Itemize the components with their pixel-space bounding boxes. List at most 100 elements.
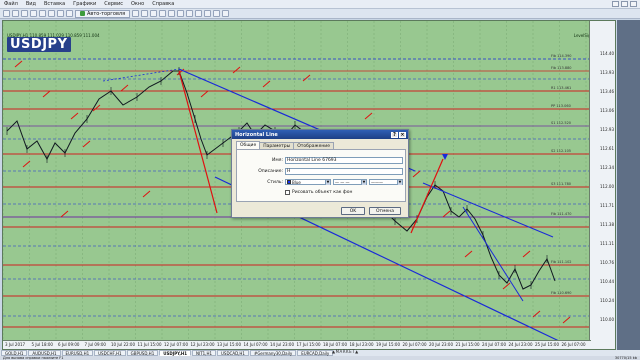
time-tick-label: 26 Jul 07:00 <box>561 342 586 347</box>
color-swatch <box>287 180 291 184</box>
level-label: S2 112.105 <box>551 149 571 153</box>
chevron-down-icon: ▼ <box>397 179 402 185</box>
price-tick-label: 111.71 <box>600 203 614 208</box>
indicators-icon[interactable] <box>204 10 212 17</box>
time-tick-label: 18 Jul 23:00 <box>349 342 374 347</box>
dialog-titlebar[interactable]: Horizontal Line ? × <box>232 130 408 139</box>
tab-parameters[interactable]: Параметры <box>259 142 295 149</box>
zoom-in-icon[interactable] <box>159 10 167 17</box>
menu-item-0[interactable]: Файл <box>0 1 22 7</box>
price-tick-label: 112.00 <box>600 184 614 189</box>
description-label: Описание: <box>258 169 283 174</box>
tab-general[interactable]: Общие <box>236 141 261 149</box>
price-tick-label: 114.40 <box>600 51 614 56</box>
signal-tick <box>562 316 571 324</box>
line-width-icon: ——— <box>371 179 383 185</box>
bar-chart-icon[interactable] <box>132 10 140 17</box>
name-field[interactable]: Horizontal Line 67693 <box>285 157 403 164</box>
price-tick-label: 110.24 <box>600 298 614 303</box>
time-tick-label: 25 Jul 15:00 <box>535 342 559 347</box>
tile-windows-icon[interactable] <box>177 10 185 17</box>
signal-tick <box>364 112 373 120</box>
time-tick-label: 20 Jul 23:00 <box>429 342 453 347</box>
time-tick-label: 24 Jul 07:00 <box>482 342 506 347</box>
tester-icon[interactable] <box>57 10 64 17</box>
signal-tick <box>82 140 91 148</box>
auto-trading-label: Авто-торговля <box>87 10 126 17</box>
auto-trading-icon <box>80 11 85 16</box>
dash-style-icon: — — — <box>335 179 350 185</box>
periods-icon[interactable] <box>213 10 221 17</box>
new-order-icon[interactable] <box>66 10 73 17</box>
candlestick-icon[interactable] <box>141 10 149 17</box>
zoom-out-icon[interactable] <box>168 10 176 17</box>
signal-tick <box>464 250 473 258</box>
chevron-down-icon: ▼ <box>325 179 330 185</box>
market-watch-label: ▲MARKET▲ <box>332 349 359 354</box>
help-icon[interactable]: ? <box>391 131 398 138</box>
menu-item-1[interactable]: Вид <box>22 1 40 7</box>
line-style-select[interactable]: — — — ▼ <box>333 179 367 185</box>
data-window-icon[interactable] <box>30 10 37 17</box>
background-row: Рисовать объект как фон <box>285 190 352 195</box>
menu-item-3[interactable]: Графики <box>69 1 100 7</box>
level-label: Fib 111.470 <box>551 212 572 216</box>
menu-item-6[interactable]: Справка <box>148 1 178 7</box>
close-icon[interactable]: × <box>399 131 406 138</box>
menu-bar: Файл Вид Вставка Графики Сервис Окно Справка <box>0 0 640 9</box>
time-tick-label: 6 Jul 09:00 <box>58 342 80 347</box>
restore-icon[interactable] <box>621 1 628 7</box>
profiles-icon[interactable] <box>12 10 19 17</box>
signal-tick <box>442 210 451 218</box>
signal-tick <box>14 60 23 68</box>
signal-tick <box>200 90 209 98</box>
style-row: Стиль: Blue ▼ — — — ▼ ——— ▼ <box>237 179 405 185</box>
close-icon[interactable] <box>630 1 637 7</box>
background-checkbox[interactable] <box>285 190 290 195</box>
price-tick-label: 112.34 <box>600 165 614 170</box>
ok-button[interactable]: OK <box>341 207 365 215</box>
menu-item-4[interactable]: Сервис <box>100 1 127 7</box>
time-tick-label: 13 Jul 15:00 <box>217 342 241 347</box>
market-watch-icon[interactable] <box>21 10 28 17</box>
cancel-button[interactable]: Отмена <box>369 207 401 215</box>
price-tick-label: 113.93 <box>600 70 614 75</box>
level-label: S3 111.780 <box>551 182 571 186</box>
time-tick-label: 14 Jul 23:00 <box>270 342 294 347</box>
time-tick-label: 14 Jul 07:00 <box>243 342 268 347</box>
auto-scroll-icon[interactable] <box>186 10 194 17</box>
menu-item-2[interactable]: Вставка <box>40 1 69 7</box>
auto-trading-button[interactable]: Авто-торговля <box>75 9 131 18</box>
signal-tick <box>120 84 129 92</box>
zigzag-line <box>178 70 218 214</box>
description-field[interactable]: H <box>285 168 403 175</box>
background-checkbox-label: Рисовать объект как фон <box>292 190 353 195</box>
help-hint: Для вызова справки нажмите F1 <box>3 356 64 360</box>
minimize-icon[interactable] <box>612 1 619 7</box>
new-chart-icon[interactable] <box>3 10 10 17</box>
terminal-icon[interactable] <box>48 10 55 17</box>
side-panel <box>617 20 640 350</box>
line-chart-icon[interactable] <box>150 10 158 17</box>
level-label: Fib 113.880 <box>551 66 572 70</box>
symbol-label: USDJPY <box>7 37 71 52</box>
level-label: R1 113.461 <box>551 86 571 90</box>
navigator-icon[interactable] <box>39 10 46 17</box>
level-label: PP 113.060 <box>551 104 571 108</box>
time-tick-label: 5 Jul 18:00 <box>31 342 53 347</box>
color-select[interactable]: Blue ▼ <box>285 179 331 185</box>
time-tick-label: 24 Jul 23:00 <box>508 342 533 347</box>
time-tick-label: 17 Jul 15:00 <box>296 342 321 347</box>
signal-tick <box>302 74 311 82</box>
time-tick-label: 12 Jul 07:00 <box>164 342 188 347</box>
menu-item-5[interactable]: Окно <box>127 1 148 7</box>
line-width-select[interactable]: ——— ▼ <box>369 179 403 185</box>
tab-visualization[interactable]: Отображение <box>293 142 334 149</box>
signal-tick <box>522 250 531 258</box>
price-tick-label: 110.76 <box>600 260 614 265</box>
time-tick-label: 12 Jul 23:00 <box>190 342 215 347</box>
name-row: Имя: Horizontal Line 67693 <box>237 157 403 164</box>
templates-icon[interactable] <box>222 10 230 17</box>
traffic-readout: 30770/15 kb <box>614 356 637 360</box>
chart-shift-icon[interactable] <box>195 10 203 17</box>
